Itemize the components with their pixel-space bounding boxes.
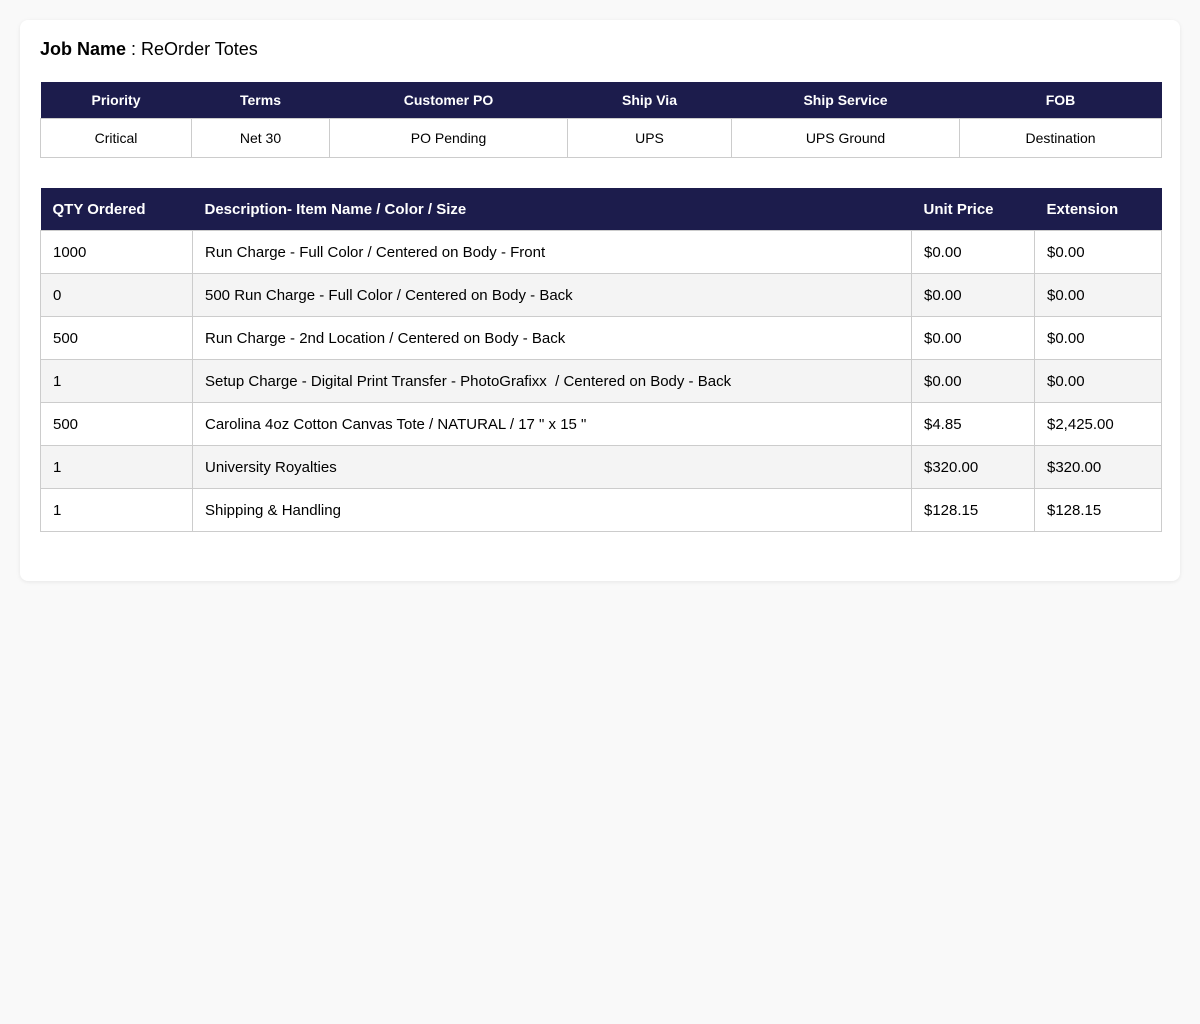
description-cell: Shipping & Handling	[192, 488, 912, 532]
meta-value-priority: Critical	[40, 118, 192, 158]
meta-value-fob: Destination	[959, 118, 1162, 158]
order-meta-table: Priority Terms Customer PO Ship Via Ship…	[40, 82, 1162, 158]
extension-cell: $2,425.00	[1034, 402, 1162, 446]
unit-price-cell: $0.00	[911, 273, 1035, 317]
qty-cell: 500	[40, 316, 193, 360]
meta-header-priority: Priority	[40, 82, 192, 119]
extension-cell: $0.00	[1034, 230, 1162, 274]
line-items-table: QTY Ordered Description- Item Name / Col…	[40, 188, 1162, 532]
qty-cell: 1000	[40, 230, 193, 274]
items-header-unit-price: Unit Price	[911, 188, 1035, 231]
meta-header-ship-service: Ship Service	[731, 82, 960, 119]
items-header-description: Description- Item Name / Color / Size	[192, 188, 912, 231]
extension-cell: $320.00	[1034, 445, 1162, 489]
qty-cell: 1	[40, 359, 193, 403]
description-cell: 500 Run Charge - Full Color / Centered o…	[192, 273, 912, 317]
qty-cell: 1	[40, 445, 193, 489]
unit-price-cell: $128.15	[911, 488, 1035, 532]
table-row: 500 Carolina 4oz Cotton Canvas Tote / NA…	[40, 402, 1162, 446]
extension-cell: $0.00	[1034, 359, 1162, 403]
qty-cell: 1	[40, 488, 193, 532]
meta-value-ship-service: UPS Ground	[731, 118, 960, 158]
meta-header-row: Priority Terms Customer PO Ship Via Ship…	[40, 82, 1162, 119]
extension-cell: $0.00	[1034, 316, 1162, 360]
unit-price-cell: $0.00	[911, 316, 1035, 360]
description-cell: Setup Charge - Digital Print Transfer - …	[192, 359, 912, 403]
meta-value-ship-via: UPS	[567, 118, 732, 158]
description-cell: Carolina 4oz Cotton Canvas Tote / NATURA…	[192, 402, 912, 446]
table-row: 1 Shipping & Handling $128.15 $128.15	[40, 488, 1162, 532]
job-name-label: Job Name	[40, 39, 127, 59]
unit-price-cell: $320.00	[911, 445, 1035, 489]
table-row: 1 Setup Charge - Digital Print Transfer …	[40, 359, 1162, 403]
meta-header-terms: Terms	[191, 82, 330, 119]
table-row: 0 500 Run Charge - Full Color / Centered…	[40, 273, 1162, 317]
unit-price-cell: $4.85	[911, 402, 1035, 446]
items-header-row: QTY Ordered Description- Item Name / Col…	[40, 188, 1162, 231]
job-name-separator: :	[126, 39, 142, 59]
unit-price-cell: $0.00	[911, 230, 1035, 274]
meta-header-customer-po: Customer PO	[329, 82, 568, 119]
order-card: Job Name : ReOrder Totes Priority Terms …	[20, 20, 1180, 581]
qty-cell: 0	[40, 273, 193, 317]
table-row: 500 Run Charge - 2nd Location / Centered…	[40, 316, 1162, 360]
extension-cell: $128.15	[1034, 488, 1162, 532]
meta-value-terms: Net 30	[191, 118, 330, 158]
items-header-qty: QTY Ordered	[40, 188, 193, 231]
meta-value-customer-po: PO Pending	[329, 118, 568, 158]
job-name-value: ReOrder Totes	[141, 39, 258, 59]
qty-cell: 500	[40, 402, 193, 446]
unit-price-cell: $0.00	[911, 359, 1035, 403]
job-name-line: Job Name : ReOrder Totes	[40, 38, 258, 60]
description-cell: University Royalties	[192, 445, 912, 489]
extension-cell: $0.00	[1034, 273, 1162, 317]
meta-header-fob: FOB	[959, 82, 1162, 119]
meta-header-ship-via: Ship Via	[567, 82, 732, 119]
meta-value-row: Critical Net 30 PO Pending UPS UPS Groun…	[40, 118, 1162, 158]
items-header-extension: Extension	[1034, 188, 1162, 231]
table-row: 1 University Royalties $320.00 $320.00	[40, 445, 1162, 489]
description-cell: Run Charge - Full Color / Centered on Bo…	[192, 230, 912, 274]
description-cell: Run Charge - 2nd Location / Centered on …	[192, 316, 912, 360]
table-row: 1000 Run Charge - Full Color / Centered …	[40, 230, 1162, 274]
